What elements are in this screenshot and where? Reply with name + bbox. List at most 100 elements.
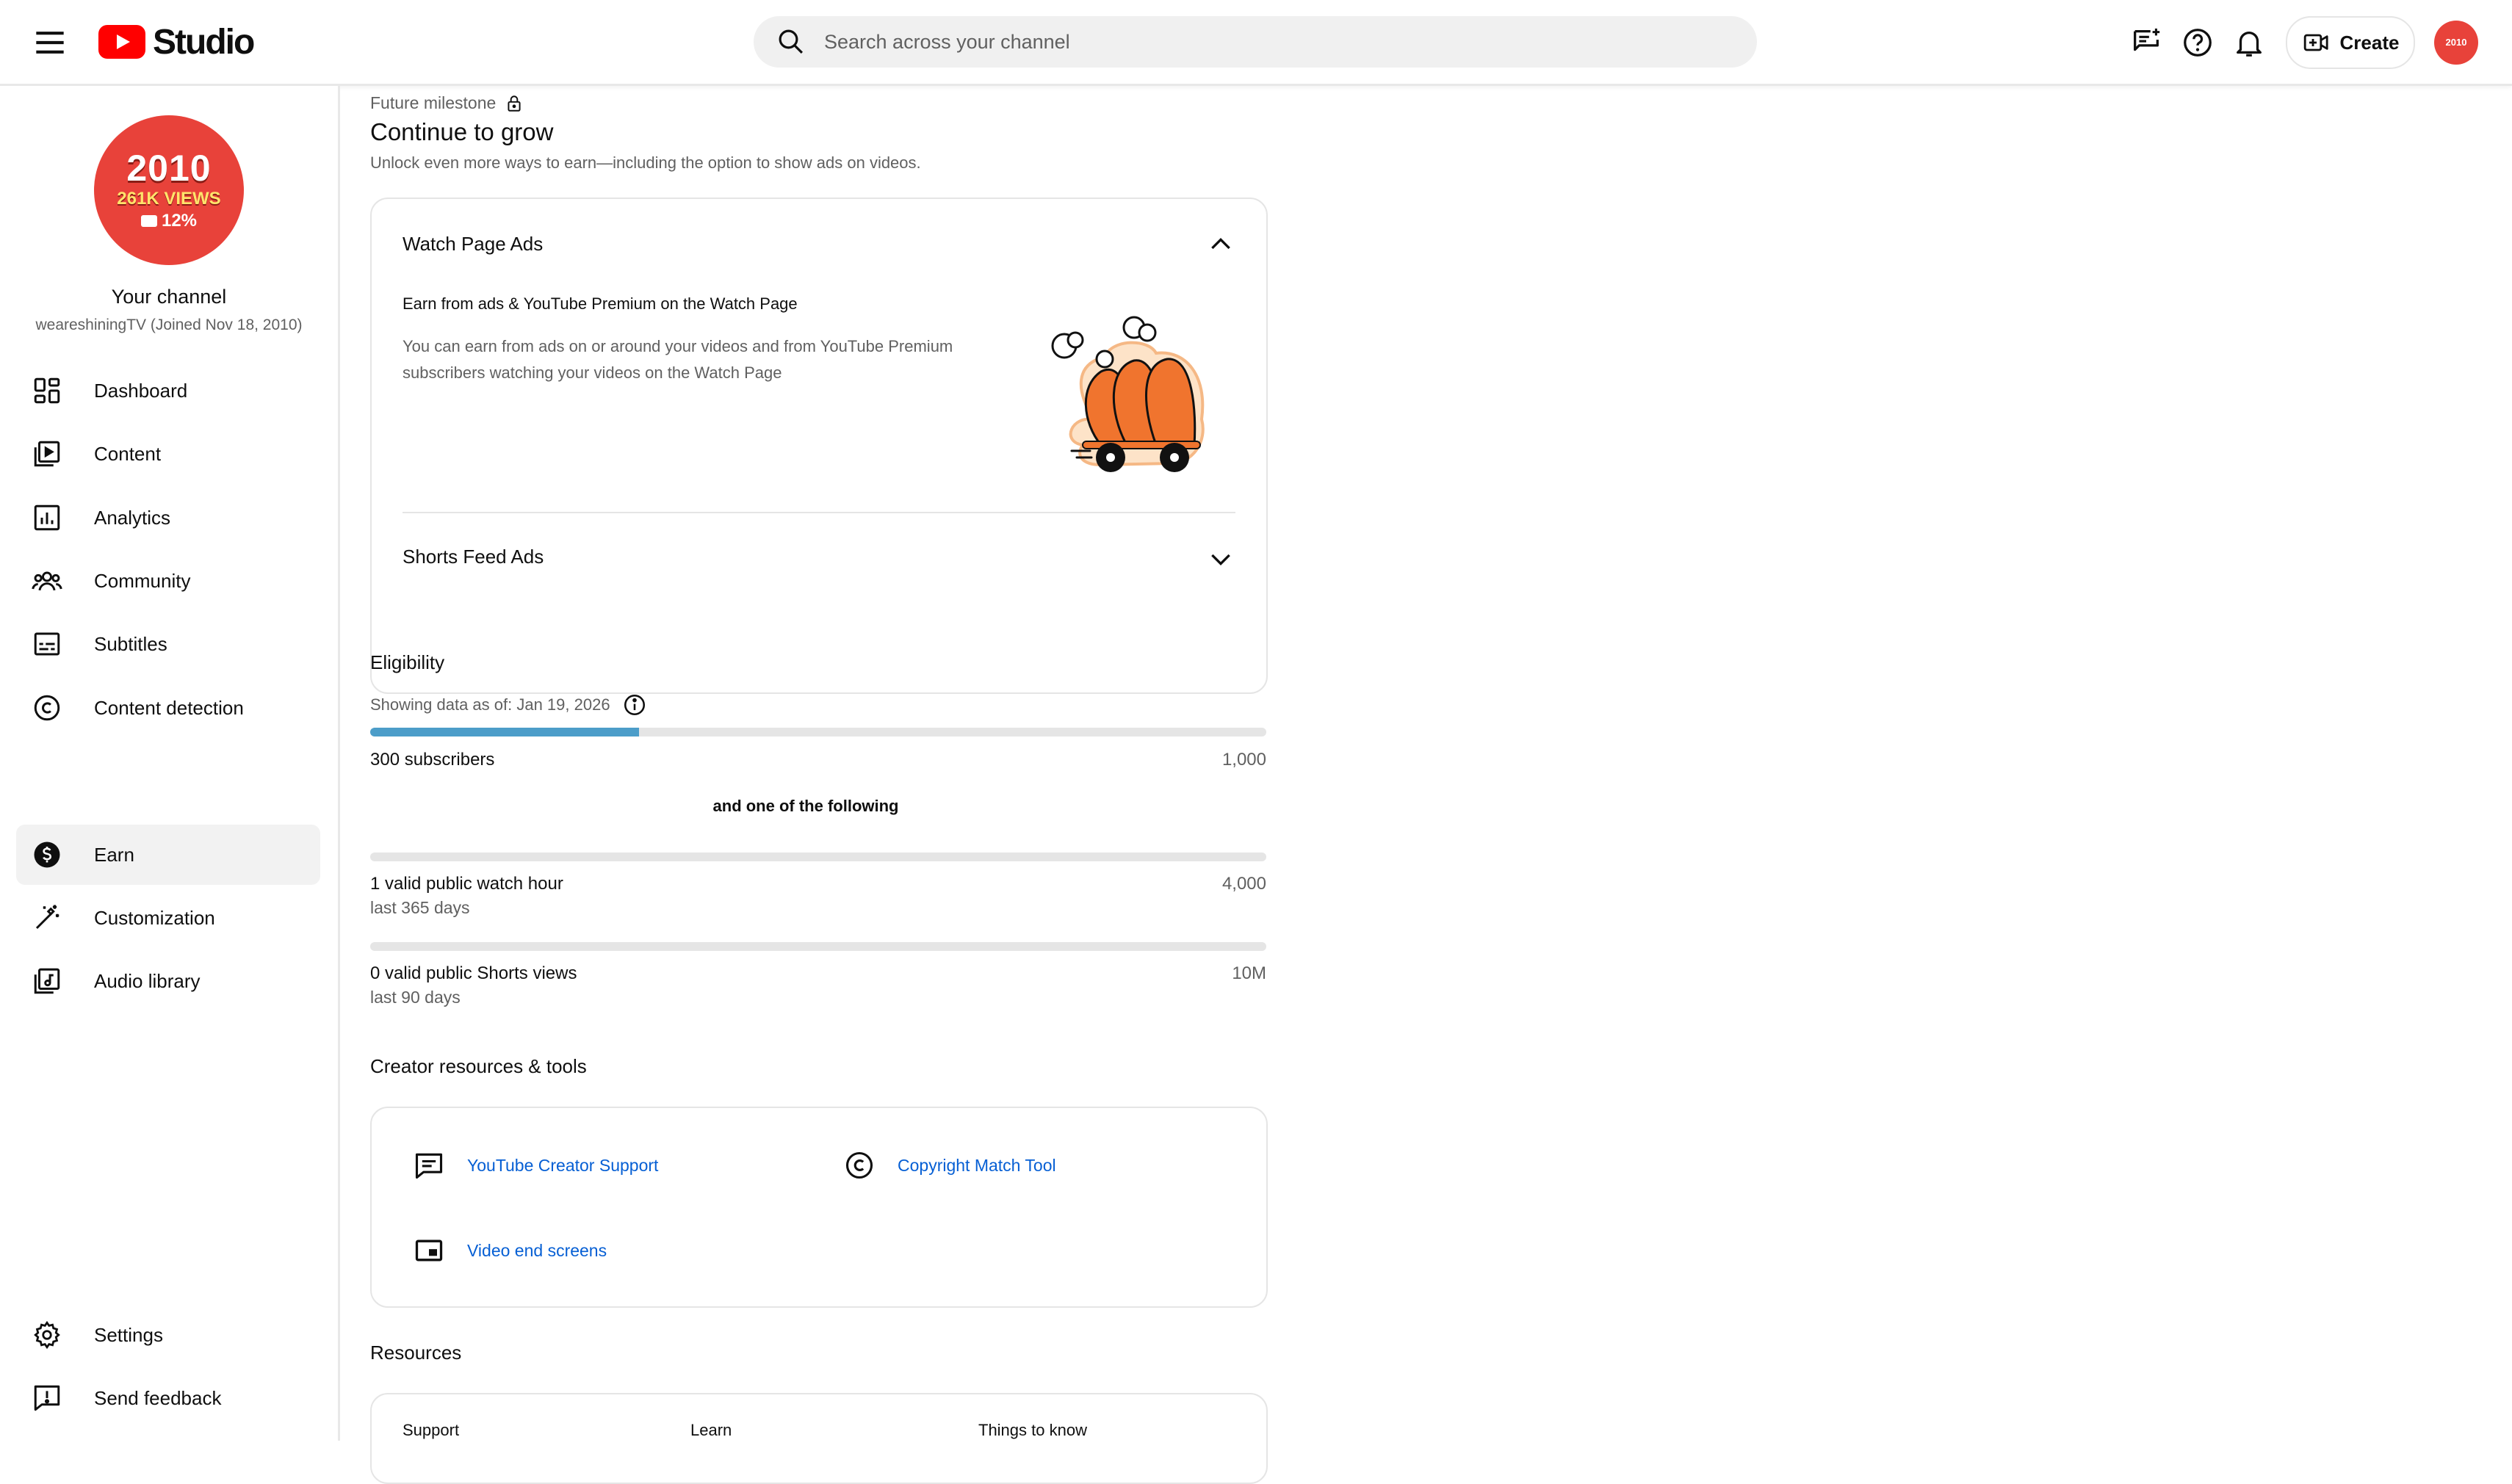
- chevron-up-icon[interactable]: [1206, 230, 1235, 259]
- info-icon[interactable]: [622, 692, 647, 717]
- channel-handle: weareshiningTV (Joined Nov 18, 2010): [35, 316, 303, 333]
- search-bar[interactable]: [754, 16, 1757, 68]
- resources-col-support: Support: [403, 1421, 460, 1439]
- resources-card: Support Learn Things to know: [370, 1393, 1268, 1484]
- shorts-views-label: 0 valid public Shorts views: [370, 963, 577, 983]
- subscribers-progress-bar: [370, 728, 1266, 736]
- sidebar-item-customization[interactable]: Customization: [16, 888, 320, 948]
- youtube-play-icon: [98, 25, 145, 59]
- watch-hours-target: 4,000: [1221, 874, 1266, 894]
- shorts-views-period: last 90 days: [370, 988, 461, 1007]
- copyright-match-label: Copyright Match Tool: [898, 1155, 1056, 1175]
- watch-hours-progress-bar: [370, 853, 1266, 861]
- chevron-down-icon[interactable]: [1206, 544, 1235, 573]
- sidebar-item-earn[interactable]: Earn: [16, 825, 320, 885]
- watch-page-ads-body-1: You can earn from ads on or around your …: [403, 337, 953, 355]
- copyright-icon: [31, 692, 63, 724]
- search-input[interactable]: [823, 29, 1670, 54]
- sidebar-item-content-detection[interactable]: Content detection: [16, 678, 320, 738]
- creator-support-label: YouTube Creator Support: [467, 1155, 659, 1175]
- watch-hours-label: 1 valid public watch hour: [370, 874, 563, 894]
- sidebar-item-label: Content detection: [94, 696, 244, 719]
- shorts-views-target: 10M: [1232, 963, 1266, 983]
- milestone-title: Continue to grow: [370, 118, 554, 145]
- search-icon: [776, 26, 806, 57]
- content-icon: [31, 438, 63, 470]
- avatar-year: 2010: [126, 148, 212, 189]
- resources-col-learn: Learn: [690, 1421, 732, 1439]
- sidebar-item-subtitles[interactable]: Subtitles: [16, 614, 320, 674]
- subscribers-label: 300 subscribers: [370, 750, 495, 770]
- sidebar-item-settings[interactable]: Settings: [16, 1305, 320, 1365]
- sidebar: 2010 261K VIEWS 12% Your channel wearesh…: [0, 86, 340, 1441]
- gear-icon: [31, 1319, 63, 1351]
- create-label: Create: [2339, 31, 2400, 54]
- sidebar-item-analytics[interactable]: Analytics: [16, 488, 320, 548]
- top-bar: Studio Create 2010: [0, 0, 2512, 86]
- sidebar-item-send-feedback[interactable]: Send feedback: [16, 1368, 320, 1428]
- account-avatar-text: 2010: [2445, 37, 2467, 48]
- sidebar-item-label: Customization: [94, 906, 215, 929]
- avatar-box-icon: [140, 215, 157, 227]
- milestone-description: Unlock even more ways to earn—including …: [370, 153, 921, 172]
- audio-library-icon: [31, 965, 63, 997]
- channel-avatar[interactable]: 2010 261K VIEWS 12%: [94, 115, 244, 265]
- shorts-cart-illustration: [1031, 294, 1237, 482]
- chat-icon: [413, 1149, 445, 1181]
- sidebar-item-content[interactable]: Content: [16, 424, 320, 484]
- channel-title: Your channel: [111, 286, 227, 308]
- dollar-icon: [31, 839, 63, 871]
- dashboard-icon: [31, 374, 63, 407]
- comment-sparkle-icon[interactable]: [2126, 22, 2167, 63]
- ads-accordion-card: Watch Page Ads Earn from ads & YouTube P…: [370, 198, 1268, 694]
- magic-wand-icon: [31, 902, 63, 934]
- sidebar-item-label: Subtitles: [94, 632, 167, 655]
- hamburger-menu-icon[interactable]: [29, 22, 71, 63]
- sidebar-item-audio-library[interactable]: Audio library: [16, 951, 320, 1011]
- sidebar-item-label: Send feedback: [94, 1386, 222, 1409]
- create-button[interactable]: Create: [2286, 16, 2415, 69]
- accordion-divider: [403, 512, 1235, 513]
- subscribers-progress-fill: [370, 728, 639, 736]
- eligibility-title: Eligibility: [370, 651, 445, 673]
- watch-page-ads-header[interactable]: Watch Page Ads: [403, 233, 543, 256]
- logo-text: Studio: [153, 22, 255, 62]
- sidebar-item-community[interactable]: Community: [16, 551, 320, 611]
- or-divider-text: and one of the following: [712, 797, 899, 815]
- tools-title: Creator resources & tools: [370, 1055, 587, 1077]
- resources-col-things-to-know: Things to know: [978, 1421, 1087, 1439]
- studio-logo[interactable]: Studio: [98, 21, 255, 63]
- sidebar-item-label: Content: [94, 442, 162, 465]
- community-icon: [31, 565, 63, 597]
- avatar-percent: 12%: [161, 211, 198, 231]
- end-screen-icon: [413, 1234, 445, 1267]
- sidebar-item-label: Audio library: [94, 969, 201, 992]
- feedback-icon: [31, 1382, 63, 1414]
- avatar-percent-row: 12%: [140, 210, 198, 232]
- milestone-label: Future milestone: [370, 93, 497, 112]
- sidebar-item-label: Settings: [94, 1323, 163, 1346]
- watch-page-ads-subtitle: Earn from ads & YouTube Premium on the W…: [403, 294, 798, 313]
- analytics-icon: [31, 502, 63, 534]
- lock-icon: [505, 94, 524, 113]
- shorts-views-progress-bar: [370, 942, 1266, 951]
- avatar-views: 261K VIEWS: [117, 189, 221, 209]
- end-screens-link[interactable]: Video end screens: [413, 1234, 607, 1267]
- milestone-label-row: Future milestone: [370, 93, 524, 113]
- shorts-feed-ads-header[interactable]: Shorts Feed Ads: [403, 546, 544, 568]
- eligibility-date-row: Showing data as of: Jan 19, 2026: [370, 692, 647, 717]
- help-icon[interactable]: [2177, 22, 2218, 63]
- creator-support-link[interactable]: YouTube Creator Support: [413, 1149, 658, 1181]
- end-screens-label: Video end screens: [467, 1240, 607, 1260]
- resources-title: Resources: [370, 1342, 462, 1364]
- video-add-icon: [2302, 28, 2331, 57]
- watch-page-ads-body-2: subscribers watching your videos on the …: [403, 363, 782, 382]
- subscribers-target: 1,000: [1221, 750, 1266, 770]
- tools-card: YouTube Creator Support Copyright Match …: [370, 1107, 1268, 1308]
- sidebar-item-label: Earn: [94, 843, 134, 866]
- copyright-match-link[interactable]: Copyright Match Tool: [843, 1149, 1056, 1181]
- notifications-bell-icon[interactable]: [2228, 22, 2270, 63]
- sidebar-item-dashboard[interactable]: Dashboard: [16, 361, 320, 421]
- sidebar-item-label: Community: [94, 569, 191, 592]
- account-avatar[interactable]: 2010: [2434, 21, 2478, 65]
